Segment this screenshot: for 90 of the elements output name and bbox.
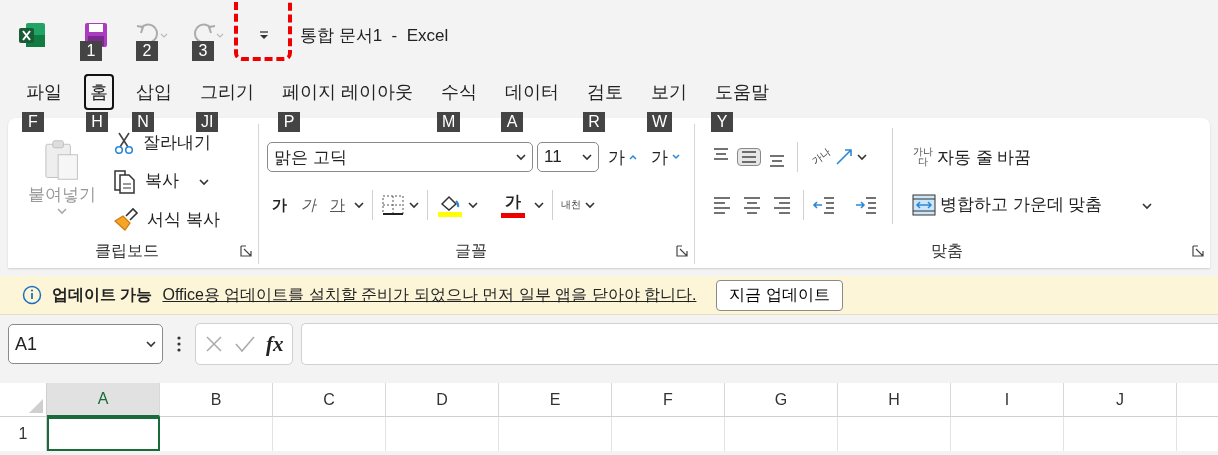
- check-icon[interactable]: [234, 334, 256, 354]
- chevron-icon: [1142, 202, 1153, 210]
- insert-function-button[interactable]: fx: [266, 331, 284, 357]
- diagonal-arrow-icon: [835, 148, 853, 166]
- align-bottom-icon: [770, 155, 784, 167]
- column-header[interactable]: A: [47, 383, 160, 417]
- notification-title: 업데이트 가능: [52, 284, 153, 305]
- chevron-icon: [199, 179, 209, 186]
- keytip: A: [501, 112, 523, 132]
- keytip: W: [647, 112, 673, 132]
- font-size-dropdown[interactable]: 11: [537, 142, 599, 172]
- column-header[interactable]: C: [273, 383, 386, 417]
- row-header[interactable]: 1: [0, 417, 47, 451]
- align-center-icon: [744, 196, 760, 214]
- more-options-icon: [177, 336, 181, 352]
- chevron-icon: [146, 340, 156, 348]
- fill-color-icon: [436, 193, 464, 217]
- chevron-icon: [582, 153, 592, 161]
- caret-up-icon: [629, 154, 637, 160]
- italic-button[interactable]: 가: [296, 192, 321, 218]
- update-now-button[interactable]: 지금 업데이트: [716, 279, 843, 311]
- name-box[interactable]: A1: [8, 324, 163, 364]
- orientation-button[interactable]: 가나: [806, 145, 872, 169]
- group-label: 글꼴: [453, 240, 488, 261]
- chevron-icon: [409, 201, 419, 209]
- keytip: P: [278, 112, 300, 132]
- keytip: F: [22, 112, 44, 132]
- clipboard-icon: [43, 139, 81, 181]
- shrink-font-button[interactable]: 가: [646, 142, 685, 172]
- group-label: 클립보드: [94, 240, 160, 261]
- column-header[interactable]: G: [725, 383, 838, 417]
- chevron-icon: [354, 201, 364, 209]
- chevron-icon: [468, 201, 478, 209]
- align-middle-icon: [742, 151, 756, 163]
- spreadsheet-logo-icon: [18, 22, 46, 48]
- decrease-indent-icon: [812, 194, 836, 216]
- column-header[interactable]: J: [1064, 383, 1177, 417]
- phonetic-label: 내천: [561, 200, 581, 210]
- keytip: N: [132, 112, 154, 132]
- info-icon: [22, 285, 42, 305]
- cancel-icon[interactable]: [204, 334, 224, 354]
- keytip: R: [583, 112, 605, 132]
- chevron-icon: [585, 201, 595, 209]
- paintbrush-icon: [113, 207, 139, 232]
- dialog-launcher-icon[interactable]: [240, 245, 252, 257]
- select-all-icon[interactable]: [29, 399, 43, 413]
- column-header[interactable]: F: [612, 383, 725, 417]
- chevron-icon: [57, 208, 67, 215]
- bold-button[interactable]: 가: [267, 192, 292, 218]
- font-name-dropdown[interactable]: 맑은 고딕: [267, 142, 533, 172]
- customize-icon: [258, 30, 270, 40]
- align-top-icon: [714, 148, 728, 160]
- chevron-icon: [857, 153, 867, 161]
- formula-input[interactable]: [300, 323, 1218, 365]
- scissors-icon: [113, 130, 135, 155]
- selected-cell[interactable]: [47, 417, 160, 451]
- merge-cells-icon: [912, 193, 936, 216]
- keytip: 1: [80, 41, 102, 61]
- keytip: Y: [711, 112, 733, 132]
- keytip: 3: [192, 41, 214, 61]
- column-header[interactable]: I: [951, 383, 1064, 417]
- painter-button[interactable]: 서식 복사: [108, 204, 225, 235]
- font-color-button[interactable]: 가: [496, 191, 530, 219]
- window-title: 통합 문서1 - Excel: [300, 24, 449, 47]
- keytip: H: [86, 112, 108, 132]
- chevron-icon: [534, 201, 544, 209]
- copy-icon: [113, 168, 137, 194]
- copy-button[interactable]: 복사: [108, 165, 225, 197]
- increase-indent-icon: [854, 194, 878, 216]
- merge-center-button[interactable]: 병합하고 가운데 맞춤: [907, 190, 1158, 220]
- column-header[interactable]: D: [386, 383, 499, 417]
- column-header[interactable]: E: [499, 383, 612, 417]
- group-label: 맞춤: [929, 240, 964, 261]
- caret-down-icon: [672, 154, 680, 160]
- column-header[interactable]: H: [838, 383, 951, 417]
- keytip: 2: [136, 41, 158, 61]
- keytip: M: [437, 112, 461, 132]
- column-header[interactable]: B: [160, 383, 273, 417]
- color-bar-icon: [501, 213, 525, 218]
- dialog-launcher-icon[interactable]: [676, 245, 688, 257]
- align-middle-button[interactable]: [737, 148, 761, 166]
- align-left-icon: [714, 196, 730, 214]
- notification-link[interactable]: Office용 업데이트를 설치할 준비가 되었으나 먼저 일부 앱을 닫아야 합니다.: [162, 284, 697, 306]
- keytip: JI: [196, 112, 219, 132]
- borders-icon: [381, 194, 405, 216]
- underline-button[interactable]: 가: [325, 192, 350, 218]
- grow-font-button[interactable]: 가: [603, 142, 642, 172]
- align-right-icon: [774, 196, 790, 214]
- dialog-launcher-icon[interactable]: [1192, 245, 1204, 257]
- chevron-icon: [516, 153, 526, 161]
